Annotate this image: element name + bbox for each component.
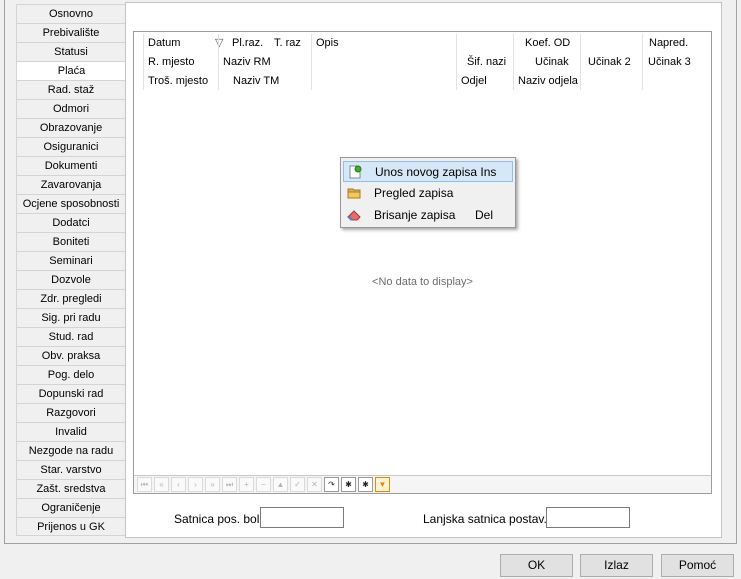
col-header-naziv-tm[interactable]: Naziv TM — [230, 72, 279, 90]
tab-item[interactable]: Sig. pri radu — [16, 308, 126, 327]
nav-prev-page-button[interactable]: « — [154, 477, 169, 492]
header-separator — [642, 34, 643, 90]
tab-item[interactable]: Zavarovanja — [16, 175, 126, 194]
folder-icon — [347, 186, 361, 200]
col-header-rmjesto[interactable]: R. mjesto — [145, 53, 194, 71]
nav-post-button[interactable]: ✓ — [290, 477, 305, 492]
nav-insert-button[interactable]: + — [239, 477, 254, 492]
header-separator — [580, 34, 581, 90]
tab-item[interactable]: Rad. staž — [16, 80, 126, 99]
tab-item[interactable]: Dopunski rad — [16, 384, 126, 403]
nav-edit-button[interactable]: ▲ — [273, 477, 288, 492]
nav-cancel-button[interactable]: ✕ — [307, 477, 322, 492]
data-grid[interactable]: Datum ▽ Pl.raz. T. raz Opis Koef. OD Nap… — [133, 31, 712, 494]
col-header-napred[interactable]: Napred. — [646, 34, 688, 52]
col-header-ucinak[interactable]: Učinak — [532, 53, 569, 71]
nav-last-page-button[interactable]: ⏭ — [222, 477, 237, 492]
header-separator — [218, 34, 219, 90]
col-header-naziv-odjela[interactable]: Naziv odjela — [515, 72, 578, 90]
tab-item[interactable]: Zašt. sredstva — [16, 479, 126, 498]
satnica-label: Satnica pos. bol — [174, 512, 260, 526]
col-header-trosmjesto[interactable]: Troš. mjesto — [145, 72, 208, 90]
tab-list: Osnovno Prebivalište Statusi Plaća Rad. staž… — [16, 4, 127, 536]
header-separator — [311, 34, 312, 90]
tab-item[interactable]: Star. varstvo — [16, 460, 126, 479]
nav-filter-button[interactable]: ▼ — [375, 477, 390, 492]
tab-item[interactable]: Dodatci — [16, 213, 126, 232]
col-header-traz[interactable]: T. raz — [271, 34, 301, 52]
tab-item[interactable]: Dokumenti — [16, 156, 126, 175]
nav-refresh-button[interactable]: ↷ — [324, 477, 339, 492]
tab-item[interactable]: Boniteti — [16, 232, 126, 251]
tab-item[interactable]: Statusi — [16, 42, 126, 61]
tab-item[interactable]: Zdr. pregledi — [16, 289, 126, 308]
empty-grid-message: <No data to display> — [372, 276, 473, 288]
satnica-input[interactable] — [260, 507, 344, 528]
pomoc-button[interactable]: Pomoć — [661, 554, 734, 577]
col-header-opis[interactable]: Opis — [313, 34, 339, 52]
tab-item[interactable]: Obv. praksa — [16, 346, 126, 365]
col-header-sif[interactable]: Šif. nazi — [464, 53, 506, 71]
col-header-ucinak2[interactable]: Učinak 2 — [585, 53, 631, 71]
nav-goto-bookmark-button[interactable]: ✱ — [358, 477, 373, 492]
tab-item[interactable]: Nezgode na radu — [16, 441, 126, 460]
tab-item[interactable]: Obrazovanje — [16, 118, 126, 137]
lanjska-input[interactable] — [546, 507, 630, 528]
col-header-odjel[interactable]: Odjel — [458, 72, 487, 90]
header-separator — [456, 34, 457, 90]
menu-item-view-record[interactable]: Pregled zapisa — [343, 183, 513, 204]
tab-item[interactable]: Odmori — [16, 99, 126, 118]
tab-item[interactable]: Osiguranici — [16, 137, 126, 156]
nav-next-record-button[interactable]: › — [188, 477, 203, 492]
lanjska-label: Lanjska satnica postav. — [423, 512, 547, 526]
tab-item[interactable]: Pog. delo — [16, 365, 126, 384]
tab-item[interactable]: Prijenos u GK — [16, 517, 126, 536]
tab-item[interactable]: Seminari — [16, 251, 126, 270]
context-menu: Unos novog zapisa Ins Pregled zapisa Bri… — [340, 157, 516, 228]
tab-item[interactable]: Plaća — [16, 61, 127, 80]
col-header-datum[interactable]: Datum — [145, 34, 180, 52]
tab-item[interactable]: Ocjene sposobnosti — [16, 194, 126, 213]
tab-item[interactable]: Dozvole — [16, 270, 126, 289]
tab-item[interactable]: Prebivalište — [16, 23, 126, 42]
nav-next-page-button[interactable]: » — [205, 477, 220, 492]
eraser-icon — [346, 208, 361, 222]
col-header-ucinak3[interactable]: Učinak 3 — [645, 53, 691, 71]
nav-prev-record-button[interactable]: ‹ — [171, 477, 186, 492]
nav-first-page-button[interactable]: ⏮ — [137, 477, 152, 492]
col-header-plraz[interactable]: Pl.raz. — [229, 34, 263, 52]
grid-navigator: ⏮ «‹ ›» ⏭ + − ▲ ✓ ✕ ↷ ✱ ✱ ▼ — [134, 475, 711, 493]
izlaz-button[interactable]: Izlaz — [580, 554, 653, 577]
content-panel: Datum ▽ Pl.raz. T. raz Opis Koef. OD Nap… — [125, 2, 722, 538]
menu-item-delete-record[interactable]: Brisanje zapisa Del — [343, 205, 513, 226]
col-header-naziv-rm[interactable]: Naziv RM — [220, 53, 271, 71]
tab-item[interactable]: Invalid — [16, 422, 126, 441]
tab-item[interactable]: Osnovno — [16, 4, 126, 23]
new-record-icon — [348, 165, 362, 179]
tab-item[interactable]: Stud. rad — [16, 327, 126, 346]
header-separator — [143, 34, 144, 90]
menu-item-new-record[interactable]: Unos novog zapisa Ins — [343, 161, 513, 182]
ok-button[interactable]: OK — [500, 554, 573, 577]
header-separator — [513, 34, 514, 90]
tab-item[interactable]: Ograničenje — [16, 498, 126, 517]
nav-bookmark-button[interactable]: ✱ — [341, 477, 356, 492]
col-header-koef[interactable]: Koef. OD — [522, 34, 570, 52]
nav-delete-button[interactable]: − — [256, 477, 271, 492]
tab-item[interactable]: Razgovori — [16, 403, 126, 422]
